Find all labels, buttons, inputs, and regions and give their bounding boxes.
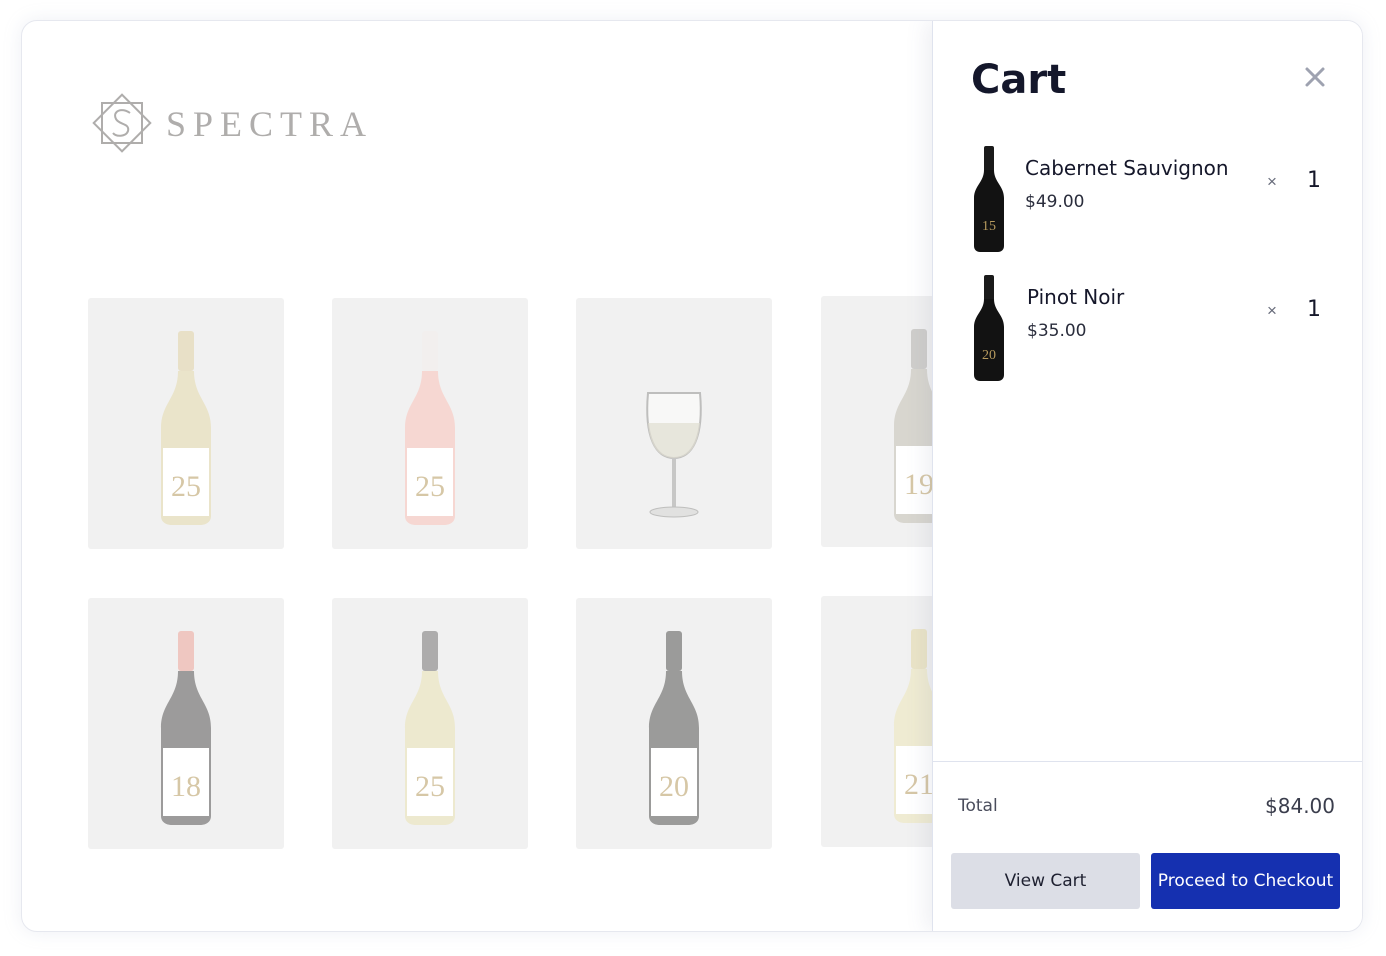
wine-bottle-image: 25: [405, 331, 455, 525]
close-icon: [1305, 67, 1325, 87]
spectra-logo-icon: [92, 93, 152, 153]
cart-item-quantity[interactable]: 1: [1307, 168, 1321, 193]
product-tile[interactable]: 20: [576, 598, 772, 849]
cart-footer: Total $84.00 View Cart Proceed to Checko…: [933, 761, 1362, 931]
bottle-label-number: 25: [415, 770, 445, 803]
cart-item: 20 Pinot Noir $35.00 × 1: [933, 275, 1362, 385]
app-window: SPECTRA 25 25 19 18 25 20 21 Cart 15 Cabernet S…: [21, 20, 1363, 932]
product-tile[interactable]: 25: [332, 598, 528, 849]
cart-item-bottle-image: 15: [974, 146, 1004, 252]
total-value: $84.00: [1265, 794, 1335, 818]
cart-item-bottle-number: 15: [982, 219, 996, 234]
remove-item-button[interactable]: ×: [1267, 301, 1277, 321]
product-tile[interactable]: [576, 298, 772, 549]
product-tile[interactable]: 18: [88, 598, 284, 849]
cart-item-bottle-image: 20: [974, 275, 1004, 381]
brand-logo[interactable]: SPECTRA: [86, 87, 366, 159]
cart-item-quantity[interactable]: 1: [1307, 297, 1321, 322]
cart-item-name[interactable]: Cabernet Sauvignon: [1025, 156, 1229, 180]
bottle-label-number: 20: [659, 770, 689, 803]
cart-item-price: $49.00: [1025, 192, 1085, 212]
cart-item-price: $35.00: [1027, 321, 1087, 341]
cart-item-bottle-number: 20: [982, 348, 996, 363]
product-tile[interactable]: 25: [88, 298, 284, 549]
bottle-label-number: 25: [171, 470, 201, 503]
total-label: Total: [958, 796, 998, 816]
product-tile[interactable]: 25: [332, 298, 528, 549]
cart-item-name[interactable]: Pinot Noir: [1027, 285, 1124, 309]
bottle-label-number: 19: [904, 468, 934, 501]
cart-title: Cart: [971, 57, 1067, 103]
cart-panel: Cart 15 Cabernet Sauvignon $49.00 × 1 20 Pinot…: [932, 21, 1362, 931]
wine-bottle-image: 20: [649, 631, 699, 825]
wine-bottle-image: 18: [161, 631, 211, 825]
bottle-label-number: 25: [415, 470, 445, 503]
bottle-label-number: 18: [171, 770, 201, 803]
wine-bottle-image: 25: [161, 331, 211, 525]
close-button[interactable]: [1301, 63, 1329, 91]
bottle-label-number: 21: [904, 768, 934, 801]
view-cart-button[interactable]: View Cart: [951, 853, 1140, 909]
remove-item-button[interactable]: ×: [1267, 172, 1277, 192]
brand-name: SPECTRA: [166, 104, 374, 144]
wine-bottle-image: 25: [405, 631, 455, 825]
wine-glass-image: [646, 392, 702, 518]
checkout-button[interactable]: Proceed to Checkout: [1151, 853, 1340, 909]
cart-item: 15 Cabernet Sauvignon $49.00 × 1: [933, 146, 1362, 256]
